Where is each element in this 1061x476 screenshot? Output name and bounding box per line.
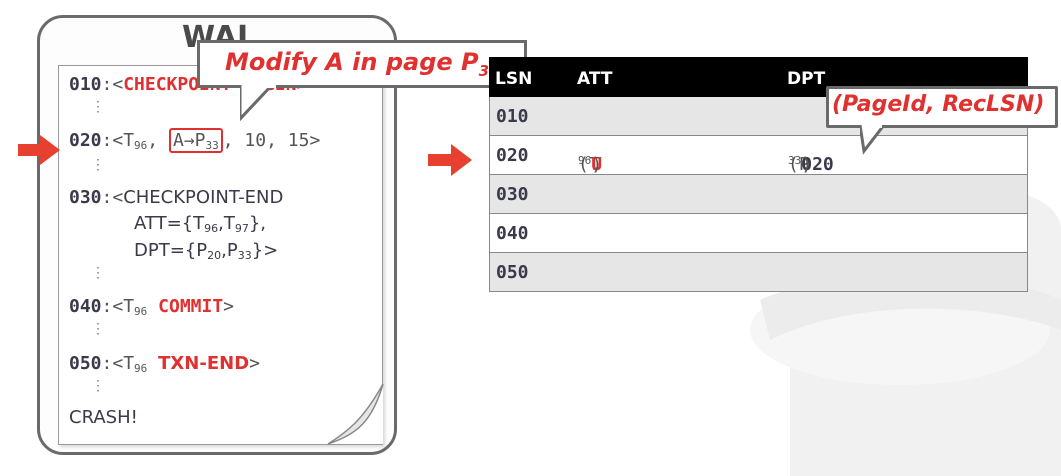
lsn: 030 [69, 187, 102, 208]
close: > [249, 353, 260, 374]
row-lsn: 050 [496, 262, 529, 283]
callout-tail [240, 85, 276, 122]
sep: :< [101, 74, 124, 95]
crash-label: CRASH! [69, 407, 138, 428]
txn-sub: 96 [134, 305, 148, 318]
wal-entry-020: 020:<T96, A→P33, 10, 15> [69, 128, 321, 153]
page-sub: 33 [237, 249, 252, 262]
att-close: ) [591, 154, 603, 175]
paper-fold-corner [327, 383, 384, 445]
values: , 10, 15> [222, 130, 321, 151]
wal-entry-050: 050:<T96 TXN-END> [69, 353, 260, 375]
modify-callout-text: Modify A in page P33 [225, 48, 499, 80]
txn-sub: 97 [234, 222, 249, 235]
checkpoint-end-keyword: CHECKPOINT-END [123, 187, 284, 208]
txn: T [193, 213, 205, 234]
callout-text: Modify A in page P [225, 48, 479, 76]
wal-entry-030: 030:<CHECKPOINT-END [69, 187, 283, 208]
att-suffix: }, [248, 213, 267, 234]
arrow-right-icon [428, 144, 472, 176]
row-att: (T 96, U) [578, 145, 602, 175]
header-att: ATT [577, 69, 613, 89]
callout-tail [860, 125, 886, 155]
att-line: ATT={T96,T97}, [134, 213, 266, 235]
txn-sub: 96 [134, 362, 148, 375]
sep: :< [101, 187, 124, 208]
sep: :< [101, 353, 124, 374]
close: > [223, 296, 235, 317]
txn: T [123, 296, 135, 317]
ellipsis-vertical: ⋮ [91, 265, 105, 281]
table-row: 040 [489, 214, 1028, 253]
row-lsn: 040 [496, 223, 529, 244]
commit-keyword: COMMIT [158, 296, 224, 317]
att-prefix: ATT={ [134, 213, 194, 234]
ellipsis-vertical: ⋮ [91, 99, 105, 115]
record-highlight: A→P33 [168, 128, 223, 153]
ellipsis-vertical: ⋮ [91, 157, 105, 173]
row-dpt: (P 33, 020) [788, 145, 834, 175]
ellipsis-vertical: ⋮ [91, 321, 105, 337]
txn: T [123, 353, 135, 374]
wal-entry-040: 040:<T96 COMMIT> [69, 296, 234, 318]
header-dpt: DPT [787, 69, 826, 89]
dpt-callout-text: (PageId, RecLSN) [832, 92, 1045, 117]
txn: T [123, 130, 135, 151]
page-sub: 20 [207, 249, 222, 262]
txn-sub: 96 [204, 222, 219, 235]
txn: T [223, 213, 235, 234]
lsn: 050 [69, 353, 102, 374]
lsn: 020 [69, 130, 102, 151]
lsn: 010 [69, 74, 102, 95]
lsn: 040 [69, 296, 102, 317]
row-lsn: 010 [496, 106, 529, 127]
page: P [226, 240, 238, 261]
table-row: 050 [489, 253, 1028, 292]
dpt-suffix: }> [251, 240, 279, 261]
sep: :< [101, 296, 124, 317]
txn-sub: 96 [134, 139, 148, 152]
table-row: 020 (T 96, U) (P 33, 020) [489, 136, 1028, 175]
dpt-close: ) [801, 154, 813, 175]
sep: :< [101, 130, 124, 151]
dpt-prefix: DPT={ [134, 240, 197, 261]
row-lsn: 030 [496, 184, 529, 205]
table-row: 030 [489, 175, 1028, 214]
record: A→P [172, 130, 206, 151]
row-lsn: 020 [496, 145, 529, 166]
header-lsn: LSN [495, 69, 533, 89]
dpt-line: DPT={P20,P33}> [134, 240, 278, 262]
arrow-right-icon [18, 135, 60, 165]
page: P [196, 240, 208, 261]
sep: , [147, 130, 169, 151]
txn-end-keyword: TXN-END [158, 353, 250, 374]
ellipsis-vertical: ⋮ [91, 378, 105, 394]
record-sub: 33 [205, 139, 219, 152]
